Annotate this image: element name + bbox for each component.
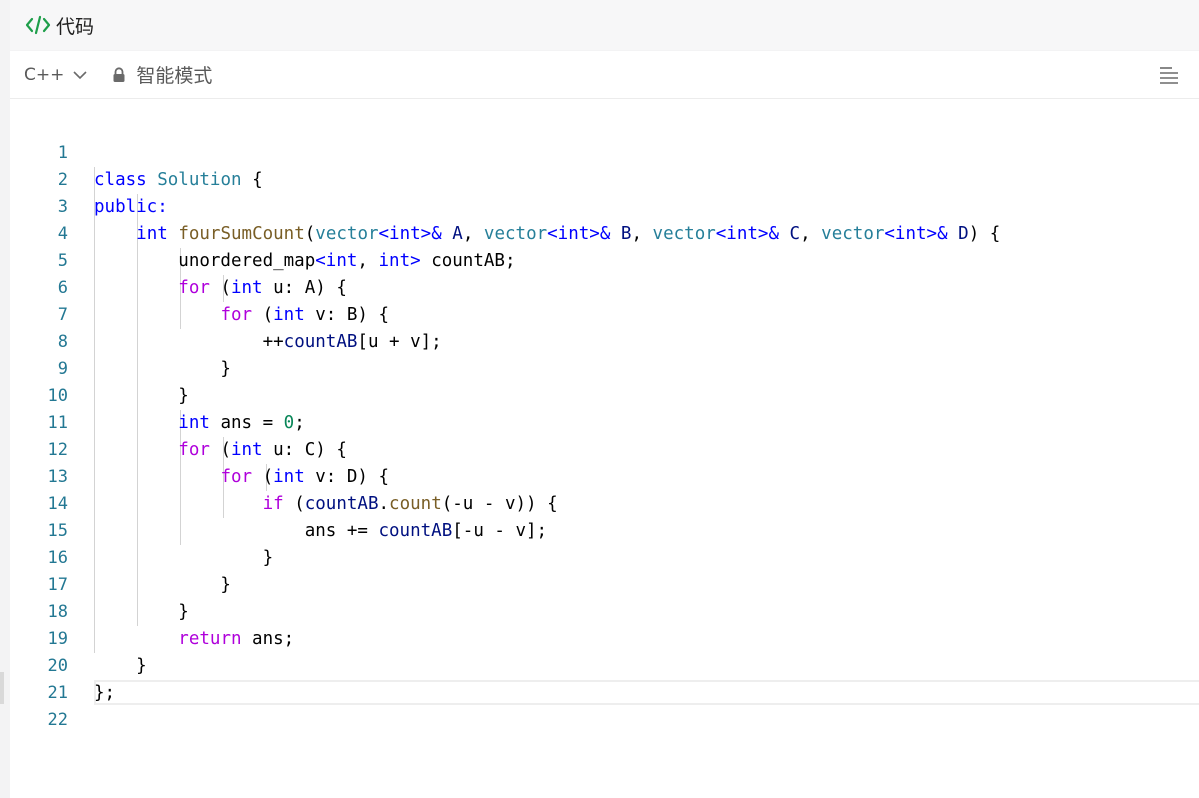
panel-title: 代码 <box>56 15 95 38</box>
code-line: 6 for (int v: B) { <box>10 248 1199 325</box>
mode-label: 智能模式 <box>136 65 213 87</box>
resize-handle[interactable] <box>0 672 4 704</box>
code-line: 7 ++countAB[u + v]; <box>10 275 1199 352</box>
language-label: C++ <box>24 64 65 85</box>
line-number: 22 <box>47 710 68 730</box>
code-line: 15 } <box>10 491 1199 568</box>
code-line: 18 return ans; <box>10 572 1199 649</box>
code-line: 8 } <box>10 302 1199 379</box>
lock-icon <box>112 66 126 83</box>
code-line: 9 } <box>10 329 1199 406</box>
code-line: 5 for (int u: A) { <box>10 221 1199 298</box>
code-line: 21 <box>10 653 1199 703</box>
code-line: 12 for (int v: D) { <box>10 410 1199 487</box>
language-selector[interactable]: C++ <box>24 65 88 85</box>
editor-toolbar: C++ 智能模式 <box>10 51 1199 99</box>
code-line: 20 }; <box>10 626 1199 703</box>
code-brackets-icon <box>24 13 52 37</box>
code-line: 4 unordered_map<int, int> countAB; <box>10 194 1199 271</box>
code-line: 10 int ans = 0; <box>10 356 1199 433</box>
code-line: 17 } <box>10 545 1199 622</box>
code-line: 2 public: <box>10 140 1199 217</box>
code-line: 11 for (int u: C) { <box>10 383 1199 460</box>
smart-mode-indicator[interactable]: 智能模式 <box>112 61 212 88</box>
code-editor[interactable]: 1 class Solution { 2 public: 3 int fourS… <box>10 113 1199 730</box>
code-line: 16 } <box>10 518 1199 595</box>
code-line: 3 int fourSumCount(vector<int>& A, vecto… <box>10 167 1199 244</box>
code-line: 13 if (countAB.count(-u - v)) { <box>10 437 1199 514</box>
code-line: 22 <box>10 680 1199 730</box>
code-line: 14 ans += countAB[-u - v]; <box>10 464 1199 541</box>
align-left-icon[interactable] <box>1159 65 1179 85</box>
editor-panel: C++ 智能模式 1 class Solution {2 public: 3 … <box>10 51 1199 798</box>
code-panel-header: 代码 <box>10 0 1199 50</box>
code-line: 1 class Solution { <box>10 113 1199 190</box>
code-line: 19 } <box>10 599 1199 676</box>
chevron-down-icon <box>72 70 88 80</box>
